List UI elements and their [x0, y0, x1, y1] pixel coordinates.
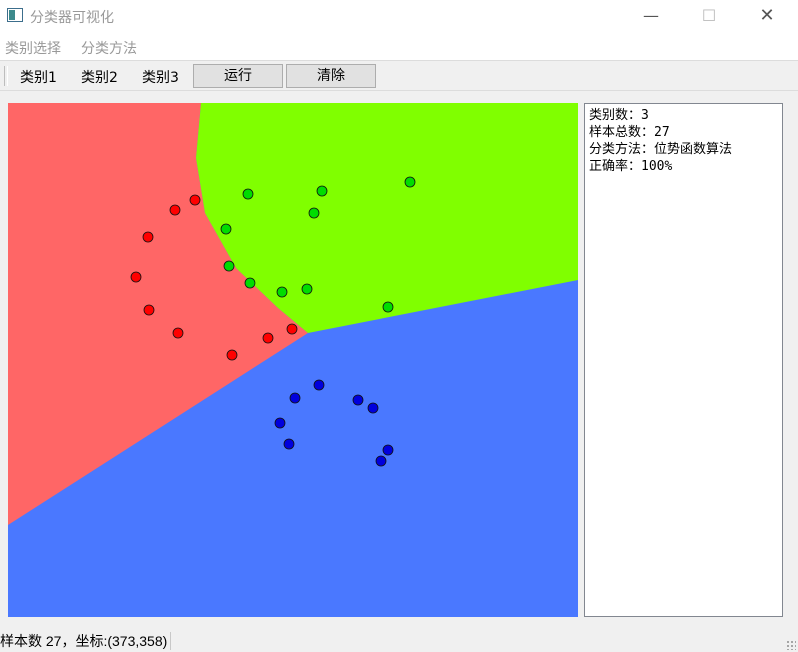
toolbar: 类别1 类别2 类别3 运行 清除: [0, 60, 798, 91]
class3-tool[interactable]: 类别3: [142, 67, 179, 87]
classification-canvas[interactable]: [8, 103, 578, 617]
info-method: 分类方法：位势函数算法: [589, 142, 733, 157]
sample-point-class1-7: [226, 349, 238, 361]
title-bar: 分类器可视化 — ☐ ✕: [0, 0, 798, 32]
sample-point-class1-1: [189, 194, 201, 206]
run-button[interactable]: 运行: [193, 64, 283, 88]
sample-point-class2-10: [382, 301, 394, 313]
menu-class-select[interactable]: 类别选择: [5, 38, 61, 58]
status-text: 样本数 27，坐标:(373,358): [0, 632, 172, 650]
sample-point-class1-8: [262, 332, 274, 344]
sample-point-class2-2: [316, 185, 328, 197]
maximize-button[interactable]: ☐: [686, 0, 732, 32]
sample-point-class3-8: [375, 455, 387, 467]
sample-point-class3-5: [274, 417, 286, 429]
sample-point-class2-5: [220, 223, 232, 235]
menu-bar: 类别选择 分类方法: [0, 32, 798, 60]
app-icon: [7, 8, 23, 22]
sample-point-class3-2: [289, 392, 301, 404]
class2-tool[interactable]: 类别2: [81, 67, 118, 87]
sample-point-class1-4: [130, 271, 142, 283]
info-panel: 类别数：3 样本总数：27 分类方法：位势函数算法 正确率：100%: [584, 103, 783, 617]
sample-point-class2-3: [404, 176, 416, 188]
toolbar-grip-handle[interactable]: [4, 66, 8, 86]
menu-classify-method[interactable]: 分类方法: [81, 38, 137, 58]
sample-point-class2-9: [301, 283, 313, 295]
sample-point-class3-6: [283, 438, 295, 450]
sample-point-class1-2: [169, 204, 181, 216]
sample-point-class3-1: [313, 379, 325, 391]
sample-point-class3-7: [382, 444, 394, 456]
sample-point-class1-5: [143, 304, 155, 316]
sample-point-class2-1: [242, 188, 254, 200]
info-class-count: 类别数：3: [589, 108, 649, 123]
sample-point-class2-6: [223, 260, 235, 272]
status-bar: 样本数 27，坐标:(373,358): [0, 630, 798, 652]
sample-point-class1-3: [142, 231, 154, 243]
sample-point-class1-6: [172, 327, 184, 339]
sample-point-class2-8: [276, 286, 288, 298]
window-title: 分类器可视化: [30, 10, 114, 26]
sample-point-class3-4: [367, 402, 379, 414]
sample-point-class2-7: [244, 277, 256, 289]
minimize-button[interactable]: —: [628, 0, 674, 32]
sample-point-class3-3: [352, 394, 364, 406]
close-button[interactable]: ✕: [744, 0, 790, 32]
resize-grip-icon[interactable]: [786, 640, 796, 650]
info-sample-total: 样本总数：27: [589, 125, 670, 140]
sample-point-class2-4: [308, 207, 320, 219]
sample-point-class1-9: [286, 323, 298, 335]
class1-tool[interactable]: 类别1: [20, 67, 57, 87]
info-accuracy: 正确率：100%: [589, 159, 673, 174]
clear-button[interactable]: 清除: [286, 64, 376, 88]
